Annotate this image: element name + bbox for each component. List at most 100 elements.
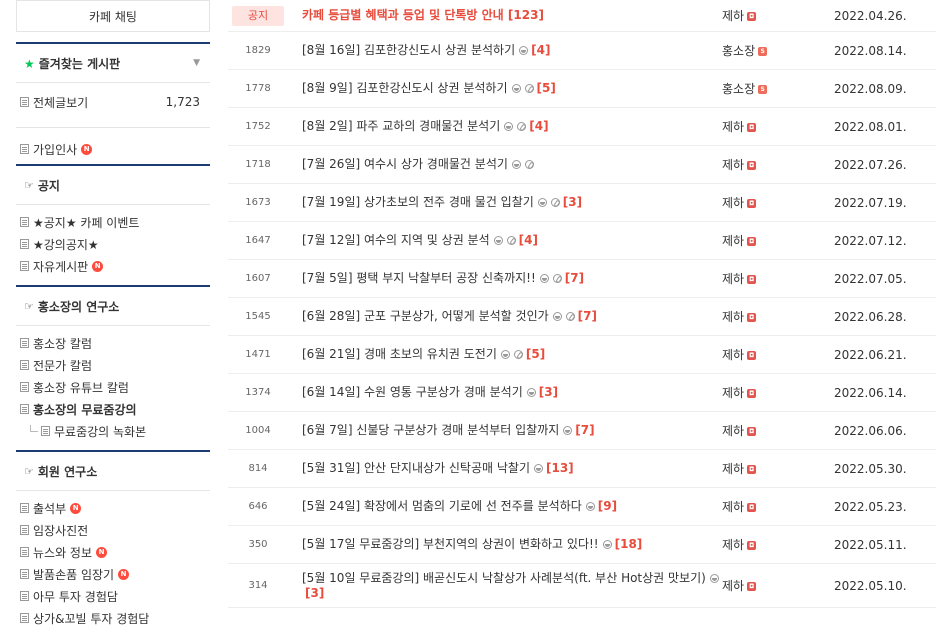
table-row[interactable]: 350 [5월 17일 무료줌강의] 부천지역의 상권이 변화하고 있다!! [18… xyxy=(228,526,936,564)
post-author[interactable]: 제하 ◘ xyxy=(720,498,834,515)
author-name[interactable]: 제하 xyxy=(722,272,744,286)
table-row[interactable]: 1673 [7월 19일] 상가초보의 전주 경매 물건 입찰기 [3] 제하 ◘ 202… xyxy=(228,184,936,222)
post-title-text[interactable]: [6월 14일] 수원 영통 구분상가 경매 분석기 xyxy=(302,385,523,399)
post-author[interactable]: 제하 ◘ xyxy=(720,460,834,477)
table-row[interactable]: 1004 [6월 7일] 신불당 구분상가 경매 분석부터 입찰까지 [7] 제하 ◘ 2… xyxy=(228,412,936,450)
author-name[interactable]: 제하 xyxy=(722,120,744,134)
notice-row[interactable]: 공지 카페 등급별 혜택과 등업 및 단톡방 안내 [123] 제하 ◘ 2022… xyxy=(228,0,936,32)
sidebar-item[interactable]: 홍소장 유튜브 칼럼 xyxy=(16,376,210,398)
author-name[interactable]: 홍소장 xyxy=(722,44,755,58)
comment-count[interactable]: [7] xyxy=(565,271,584,285)
post-author[interactable]: 제하 ◘ xyxy=(720,422,834,439)
post-title-text[interactable]: [8월 9일] 김포한강신도시 상권 분석하기 xyxy=(302,81,508,95)
comment-count[interactable]: [18] xyxy=(615,537,643,551)
sidebar-item[interactable]: ★공지★ 카페 이벤트 xyxy=(16,211,210,233)
post-title[interactable]: [5월 31일] 안산 단지내상가 신탁공매 낙찰기 [13] xyxy=(288,461,720,476)
sidebar-item-join-greeting[interactable]: 가입인사 N xyxy=(16,138,210,160)
post-title[interactable]: [7월 19일] 상가초보의 전주 경매 물건 입찰기 [3] xyxy=(288,195,720,210)
sidebar-item[interactable]: 무료줌강의 녹화본 xyxy=(16,420,210,442)
post-title-text[interactable]: [5월 31일] 안산 단지내상가 신탁공매 낙찰기 xyxy=(302,461,530,475)
author-name[interactable]: 제하 xyxy=(722,348,744,362)
sidebar-item[interactable]: 출석부 N xyxy=(16,497,210,519)
comment-count[interactable]: [4] xyxy=(531,43,550,57)
post-title-text[interactable]: [5월 17일 무료줌강의] 부천지역의 상권이 변화하고 있다!! xyxy=(302,537,599,551)
post-title-text[interactable]: [7월 26일] 여수시 상가 경매물건 분석기 xyxy=(302,157,508,171)
comment-count[interactable]: [7] xyxy=(575,423,594,437)
author-name[interactable]: 제하 xyxy=(722,234,744,248)
table-row[interactable]: 1647 [7월 12일] 여수의 지역 및 상권 분석 [4] 제하 ◘ 2022.07… xyxy=(228,222,936,260)
post-title-text[interactable]: [6월 21일] 경매 초보의 유치권 도전기 xyxy=(302,347,497,361)
author-name[interactable]: 제하 xyxy=(722,310,744,324)
post-title-text[interactable]: [7월 12일] 여수의 지역 및 상권 분석 xyxy=(302,233,490,247)
cafe-chat-button[interactable]: 카페 채팅 xyxy=(16,0,210,32)
author-name[interactable]: 제하 xyxy=(722,196,744,210)
post-author[interactable]: 제하 ◘ xyxy=(720,577,834,594)
post-title-text[interactable]: [5월 10일 무료줌강의] 배곧신도시 낙찰상가 사례분석(ft. 부산 Ho… xyxy=(302,571,706,585)
favorites-header[interactable]: ★ 즐겨찾는 게시판 ▼ xyxy=(16,44,210,83)
post-author[interactable]: 제하 ◘ xyxy=(720,308,834,325)
post-author[interactable]: 제하 ◘ xyxy=(720,536,834,553)
post-title-text[interactable]: [7월 19일] 상가초보의 전주 경매 물건 입찰기 xyxy=(302,195,534,209)
post-title[interactable]: [8월 16일] 김포한강신도시 상권 분석하기 [4] xyxy=(288,43,720,58)
author-name[interactable]: 제하 xyxy=(722,424,744,438)
post-author[interactable]: 제하 ◘ xyxy=(720,118,834,135)
post-author[interactable]: 홍소장 S xyxy=(720,80,834,97)
notice-title-text[interactable]: 카페 등급별 혜택과 등업 및 단톡방 안내 xyxy=(302,8,504,22)
comment-count[interactable]: [13] xyxy=(546,461,574,475)
post-author[interactable]: 홍소장 S xyxy=(720,42,834,59)
post-author[interactable]: 제하 ◘ xyxy=(720,156,834,173)
author-name[interactable]: 제하 xyxy=(722,158,744,172)
sidebar-item[interactable]: 홍소장의 무료줌강의 xyxy=(16,398,210,420)
post-author[interactable]: 제하 ◘ xyxy=(720,232,834,249)
table-row[interactable]: 1471 [6월 21일] 경매 초보의 유치권 도전기 [5] 제하 ◘ 2022.06… xyxy=(228,336,936,374)
author-name[interactable]: 홍소장 xyxy=(722,82,755,96)
sidebar-item[interactable]: 아무 투자 경험담 xyxy=(16,585,210,607)
post-title[interactable]: [5월 17일 무료줌강의] 부천지역의 상권이 변화하고 있다!! [18] xyxy=(288,537,720,552)
comment-count[interactable]: [7] xyxy=(578,309,597,323)
notice-author[interactable]: 제하 ◘ xyxy=(720,7,834,24)
sidebar-item[interactable]: 전문가 칼럼 xyxy=(16,354,210,376)
author-name[interactable]: 제하 xyxy=(722,462,744,476)
comment-count[interactable]: [3] xyxy=(539,385,558,399)
post-author[interactable]: 제하 ◘ xyxy=(720,270,834,287)
sidebar-item[interactable]: 임장사진전 xyxy=(16,519,210,541)
table-row[interactable]: 1829 [8월 16일] 김포한강신도시 상권 분석하기 [4] 홍소장 S 2022.… xyxy=(228,32,936,70)
post-title[interactable]: [6월 28일] 군포 구분상가, 어떻게 분석할 것인가 [7] xyxy=(288,309,720,324)
sidebar-item[interactable]: 뉴스와 정보 N xyxy=(16,541,210,563)
comment-count[interactable]: [5] xyxy=(537,81,556,95)
table-row[interactable]: 1778 [8월 9일] 김포한강신도시 상권 분석하기 [5] 홍소장 S 2022.0… xyxy=(228,70,936,108)
comment-count[interactable]: [5] xyxy=(526,347,545,361)
post-title-text[interactable]: [6월 28일] 군포 구분상가, 어떻게 분석할 것인가 xyxy=(302,309,549,323)
comment-count[interactable]: [4] xyxy=(519,233,538,247)
author-name[interactable]: 제하 xyxy=(722,500,744,514)
post-title[interactable]: [7월 12일] 여수의 지역 및 상권 분석 [4] xyxy=(288,233,720,248)
sidebar-item[interactable]: ★강의공지★ xyxy=(16,233,210,255)
notice-comment-count[interactable]: [123] xyxy=(508,8,544,22)
post-title-text[interactable]: [8월 2일] 파주 교하의 경매물건 분석기 xyxy=(302,119,500,133)
post-title-text[interactable]: [6월 7일] 신불당 구분상가 경매 분석부터 입찰까지 xyxy=(302,423,559,437)
author-name[interactable]: 제하 xyxy=(722,386,744,400)
post-title[interactable]: [5월 24일] 확장에서 멈춤의 기로에 선 전주를 분석하다 [9] xyxy=(288,499,720,514)
notice-title[interactable]: 카페 등급별 혜택과 등업 및 단톡방 안내 [123] xyxy=(288,8,720,23)
sidebar-item[interactable]: 상가&꼬빌 투자 경험담 xyxy=(16,607,210,629)
post-title-text[interactable]: [8월 16일] 김포한강신도시 상권 분석하기 xyxy=(302,43,515,57)
post-author[interactable]: 제하 ◘ xyxy=(720,346,834,363)
table-row[interactable]: 314 [5월 10일 무료줌강의] 배곧신도시 낙찰상가 사례분석(ft. 부산… xyxy=(228,564,936,608)
post-title-text[interactable]: [7월 5일] 평택 부지 낙찰부터 공장 신축까지!! xyxy=(302,271,536,285)
post-title[interactable]: [6월 14일] 수원 영통 구분상가 경매 분석기 [3] xyxy=(288,385,720,400)
table-row[interactable]: 1374 [6월 14일] 수원 영통 구분상가 경매 분석기 [3] 제하 ◘ 2022… xyxy=(228,374,936,412)
sidebar-item-all-posts[interactable]: 전체글보기 1,723 xyxy=(16,91,210,113)
sidebar-item[interactable]: 자유게시판 N xyxy=(16,255,210,277)
author-name[interactable]: 제하 xyxy=(722,579,744,593)
comment-count[interactable]: [4] xyxy=(529,119,548,133)
sidebar-item[interactable]: 발품손품 임장기 N xyxy=(16,563,210,585)
table-row[interactable]: 1607 [7월 5일] 평택 부지 낙찰부터 공장 신축까지!! [7] 제하 ◘ 20… xyxy=(228,260,936,298)
comment-count[interactable]: [3] xyxy=(305,586,324,600)
post-title[interactable]: [5월 10일 무료줌강의] 배곧신도시 낙찰상가 사례분석(ft. 부산 Ho… xyxy=(288,571,720,601)
post-author[interactable]: 제하 ◘ xyxy=(720,194,834,211)
post-title[interactable]: [6월 21일] 경매 초보의 유치권 도전기 [5] xyxy=(288,347,720,362)
post-title-text[interactable]: [5월 24일] 확장에서 멈춤의 기로에 선 전주를 분석하다 xyxy=(302,499,582,513)
post-title[interactable]: [8월 9일] 김포한강신도시 상권 분석하기 [5] xyxy=(288,81,720,96)
table-row[interactable]: 814 [5월 31일] 안산 단지내상가 신탁공매 낙찰기 [13] 제하 ◘ 2022… xyxy=(228,450,936,488)
sidebar-item[interactable]: 홍소장 칼럼 xyxy=(16,332,210,354)
